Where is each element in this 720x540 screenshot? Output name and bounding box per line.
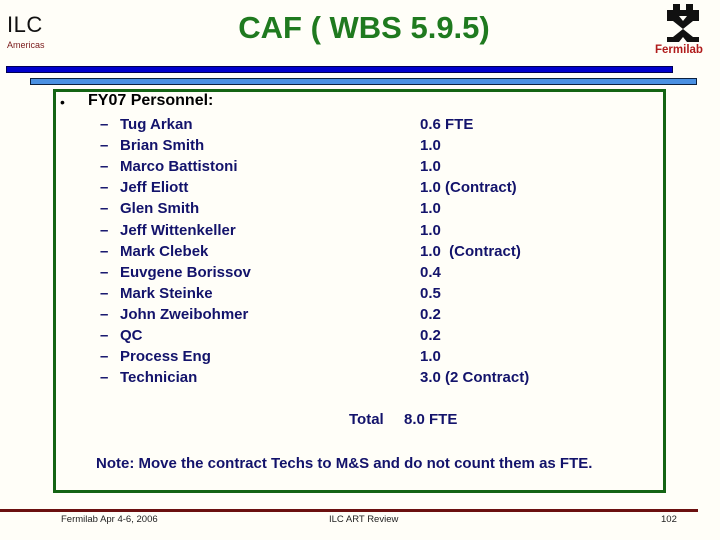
page-number: 102 xyxy=(661,514,677,525)
personnel-fte: 1.0 xyxy=(420,348,441,366)
personnel-fte: 3.0 (2 Contract) xyxy=(420,369,530,387)
personnel-fte: 1.0 (Contract) xyxy=(420,179,517,197)
dash-icon: – xyxy=(100,263,109,281)
dash-icon: – xyxy=(100,348,109,366)
dash-icon: – xyxy=(100,327,109,344)
personnel-fte: 1.0 xyxy=(420,158,441,176)
dash-icon: – xyxy=(100,305,109,323)
dash-icon: – xyxy=(100,179,109,197)
header-rule-dark xyxy=(6,66,673,73)
personnel-fte: 0.4 xyxy=(420,263,441,281)
personnel-name: Jeff Wittenkeller xyxy=(120,221,236,239)
bullet-icon: • xyxy=(60,94,65,110)
personnel-fte: 0.2 xyxy=(420,327,441,344)
dash-icon: – xyxy=(100,369,109,387)
personnel-fte: 1.0 xyxy=(420,221,441,239)
footer-center: ILC ART Review xyxy=(329,514,399,525)
personnel-name: Brian Smith xyxy=(120,137,205,155)
dash-icon: – xyxy=(100,137,109,155)
footer-rule xyxy=(0,509,698,512)
dash-icon: – xyxy=(100,284,109,302)
personnel-name: Glen Smith xyxy=(120,200,200,218)
personnel-name: Marco Battistoni xyxy=(120,158,238,176)
slide-title: CAF ( WBS 5.9.5) xyxy=(238,10,490,45)
note-text: Note: Move the contract Techs to M&S and… xyxy=(96,455,593,472)
personnel-fte: 0.6 FTE xyxy=(420,116,474,133)
dash-icon: – xyxy=(100,242,109,260)
personnel-name: Process Eng xyxy=(120,348,211,366)
personnel-name: QC xyxy=(120,327,143,344)
personnel-fte: 1.0 xyxy=(420,200,441,218)
personnel-name: Technician xyxy=(120,369,198,387)
total-label: Total xyxy=(349,411,384,428)
dash-icon: – xyxy=(100,221,109,239)
footer-left: Fermilab Apr 4-6, 2006 xyxy=(61,514,158,525)
personnel-name: Mark Clebek xyxy=(120,242,209,260)
personnel-name: John Zweibohmer xyxy=(120,305,249,323)
personnel-fte: 0.5 xyxy=(420,284,441,302)
header-rule-light xyxy=(30,78,697,85)
personnel-fte: 0.2 xyxy=(420,305,441,323)
fermilab-logo-text: Fermilab xyxy=(655,44,703,56)
personnel-fte: 1.0 xyxy=(420,137,441,155)
dash-icon: – xyxy=(100,116,109,133)
personnel-name: Euvgene Borissov xyxy=(120,263,251,281)
personnel-fte: 1.0 (Contract) xyxy=(420,242,521,260)
personnel-name: Mark Steinke xyxy=(120,284,213,302)
dash-icon: – xyxy=(100,200,109,218)
personnel-name: Jeff Eliott xyxy=(120,179,189,197)
total-value: 8.0 FTE xyxy=(404,411,458,428)
personnel-name: Tug Arkan xyxy=(120,116,193,133)
section-heading: FY07 Personnel: xyxy=(88,92,214,109)
dash-icon: – xyxy=(100,158,109,176)
